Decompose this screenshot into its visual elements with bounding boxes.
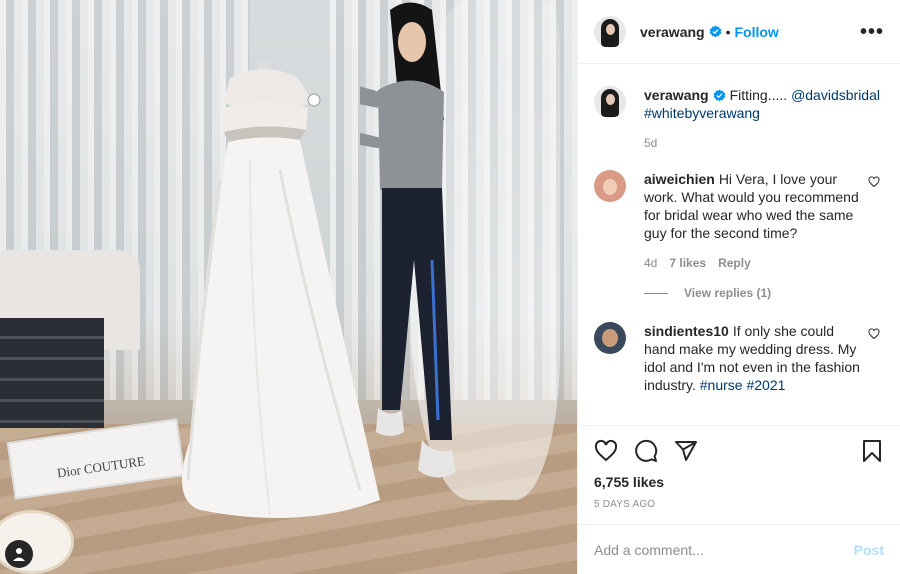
comment-item: aiweichien Hi Vera, I love your work. Wha… [594, 170, 884, 272]
add-comment-bar: Post [578, 524, 900, 574]
reply-button[interactable]: Reply [718, 256, 751, 270]
caption-age: 5d [644, 136, 658, 150]
more-options-button[interactable]: ••• [860, 22, 884, 42]
post-comment-button[interactable]: Post [854, 542, 884, 558]
comment-like-heart-icon[interactable] [868, 176, 880, 188]
comment-icon[interactable] [634, 439, 658, 463]
comment-age: 4d [644, 256, 658, 270]
post-age: 5 DAYS AGO [594, 499, 656, 510]
caption-hashtag-link[interactable]: #whitebyverawang [644, 105, 760, 121]
bookmark-icon[interactable] [860, 439, 884, 463]
author-avatar[interactable] [594, 15, 626, 48]
comment-item: sindientes10 If only she could hand make … [594, 322, 884, 394]
post-actions-section: 6,755 likes 5 DAYS AGO [578, 425, 900, 524]
share-icon[interactable] [674, 439, 698, 463]
action-bar [594, 428, 884, 474]
post-caption: verawang Fitting..... @davidsbridal #whi… [594, 86, 884, 152]
commenter-avatar[interactable] [594, 322, 626, 354]
comment-username[interactable]: aiweichien [644, 171, 715, 187]
comments-list[interactable]: verawang Fitting..... @davidsbridal #whi… [578, 64, 900, 425]
header-separator: • [725, 23, 731, 40]
verified-badge-icon [709, 25, 721, 38]
caption-avatar[interactable] [594, 86, 626, 118]
view-replies-line [644, 292, 668, 294]
designer-figure [360, 2, 456, 478]
post-photo[interactable]: Dior COUTURE [0, 0, 577, 574]
commenter-avatar[interactable] [594, 170, 626, 202]
comment-like-heart-icon[interactable] [868, 328, 880, 340]
comment-username[interactable]: sindientes10 [644, 323, 729, 339]
comment-likes[interactable]: 7 likes [669, 256, 706, 270]
add-comment-input[interactable] [594, 541, 854, 558]
post-side-panel: verawang • Follow ••• verawang Fitting..… [577, 0, 900, 574]
view-replies-button[interactable]: View replies (1) [644, 286, 884, 300]
author-username[interactable]: verawang [640, 24, 705, 40]
instagram-post: Dior COUTURE verawang • Follow ••• veraw… [0, 0, 900, 574]
caption-username[interactable]: verawang [644, 87, 709, 103]
heart-icon[interactable] [594, 439, 618, 463]
caption-text: Fitting..... [729, 87, 792, 103]
post-header: verawang • Follow ••• [578, 0, 900, 64]
likes-count[interactable]: 6,755 likes [594, 474, 884, 490]
photo-tag-user-icon[interactable] [5, 540, 33, 568]
book-title: Dior COUTURE [56, 453, 146, 481]
follow-button[interactable]: Follow [735, 24, 779, 40]
comment-hashtag-links[interactable]: #nurse #2021 [700, 377, 786, 393]
verified-badge-icon [713, 89, 725, 102]
view-replies-label: View replies (1) [684, 286, 772, 300]
caption-mention-link[interactable]: @davidsbridal [791, 87, 880, 103]
book-stack [0, 318, 104, 428]
